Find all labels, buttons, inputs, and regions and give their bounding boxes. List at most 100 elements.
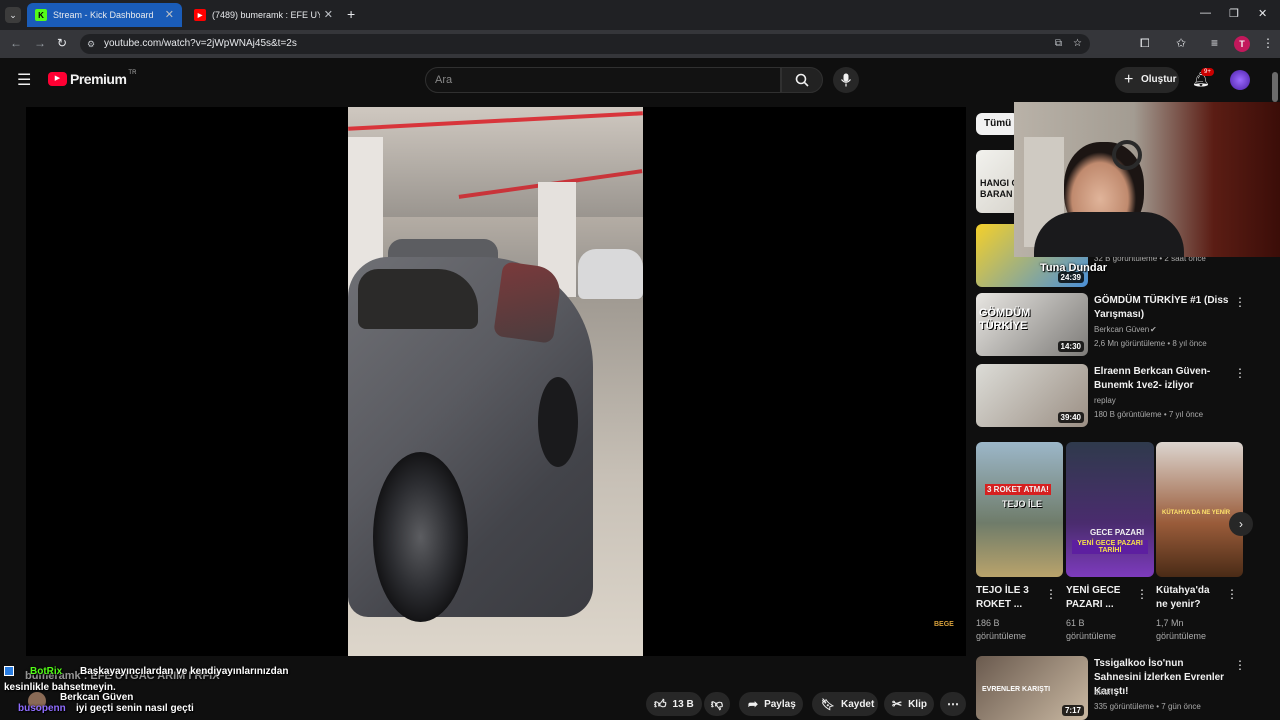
clip-label: Klip [908,698,927,710]
verified-icon: ✔ [1150,325,1157,334]
youtube-play-icon: ▶ [48,72,67,86]
search-input[interactable]: Ara [425,67,781,93]
more-icon: ⋯ [947,697,959,711]
short-menu-icon[interactable]: ⋮ [1226,587,1238,601]
extensions-icon[interactable]: ⧠ [1140,36,1150,51]
account-avatar[interactable] [1230,70,1250,90]
video-player[interactable]: BEGE [26,107,966,656]
short-overlay-text: GECE PAZARI [1090,528,1145,537]
reload-icon[interactable]: ↻ [57,36,67,50]
shorts-next-button[interactable]: › [1229,512,1253,536]
video-thumbnail[interactable]: EVRENLER KARIŞTI 7:17 [976,656,1088,720]
close-tab-icon[interactable]: ✕ [324,8,333,21]
notification-badge: 9+ [1201,68,1214,76]
car-wheel [373,452,468,622]
like-button[interactable]: 👍︎ 13 B [646,692,702,716]
share-icon: ➦ [748,697,759,711]
back-icon[interactable]: ← [10,36,22,50]
youtube-header: ☰ ▶ Premium TR Ara + Oluştur 🔔︎ 9+ [0,58,1280,102]
more-actions-button[interactable]: ⋯ [940,692,966,716]
tab-youtube[interactable]: ▶ (7489) bumeramk : EFE UYGAC ✕ [186,3,341,27]
short-menu-icon[interactable]: ⋮ [1045,587,1057,601]
minimize-icon[interactable]: — [1200,7,1211,19]
short-thumbnail[interactable]: 3 ROKET ATMA! TEJO İLE [976,442,1063,577]
video-thumbnail[interactable]: GÖMDÜM TÜRKİYE 14:30 [976,293,1088,356]
video-frame[interactable] [348,107,643,656]
forward-icon[interactable]: → [34,36,46,50]
thumbnail-text: EVRENLER KARIŞTI [982,686,1051,693]
video-meta: 335 görüntüleme • 7 gün önce [1094,702,1201,711]
parked-car [578,249,643,299]
notifications-button[interactable]: 🔔︎ 9+ [1192,68,1214,89]
chip-all[interactable]: Tümü [976,113,1020,135]
short-title[interactable]: Kütahya'da ne yenir? [1156,584,1222,612]
video-title[interactable]: Tssigalkoo İso'nun Sahnesini İzlerken Ev… [1094,657,1229,699]
tab-kick-dashboard[interactable]: K Stream - Kick Dashboard ✕ [27,3,182,27]
short-title[interactable]: TEJO İLE 3 ROKET ... [976,584,1042,612]
favorites-icon[interactable]: ✩ [1176,36,1186,50]
chat-username: Berkcan Güven [60,692,134,703]
youtube-logo[interactable]: ▶ Premium TR [48,70,136,87]
short-overlay-text: TEJO İLE [1002,499,1043,509]
thumbnail-text: GÖMDÜM TÜRKİYE [979,307,1031,332]
tab-title: Stream - Kick Dashboard [53,10,154,20]
video-channel[interactable]: replay [1094,394,1116,407]
video-title[interactable]: GÖMDÜM TÜRKİYE #1 (Diss Yarışması) [1094,294,1229,322]
like-count: 13 B [672,698,694,710]
clip-button[interactable]: ✂ Klip [884,692,934,716]
page-scrollbar[interactable] [1272,72,1278,102]
short-thumbnail[interactable]: GECE PAZARI YENİ GECE PAZARI TARİHİ [1066,442,1154,577]
video-menu-icon[interactable]: ⋮ [1234,295,1246,309]
thumbs-up-icon: 👍︎ [654,696,667,711]
close-tab-icon[interactable]: ✕ [165,8,174,21]
share-label: Paylaş [764,698,796,710]
short-views: 61 B görüntüleme [1066,618,1117,641]
url-field[interactable]: ⚙ youtube.com/watch?v=2jWpWNAj45s&t=2s ⧉… [80,34,1090,54]
video-thumbnail[interactable]: 39:40 [976,364,1088,427]
car-wheel [538,377,578,467]
media-icon[interactable]: ≡ [1211,36,1218,50]
duration-badge: 14:30 [1057,341,1084,352]
plus-icon: + [1124,71,1134,88]
search-button[interactable] [781,67,823,93]
short-thumbnail[interactable]: KÜTAHYA'DA NE YENİR [1156,442,1243,577]
short-menu-icon[interactable]: ⋮ [1136,587,1148,601]
share-button[interactable]: ➦ Paylaş [739,692,803,716]
new-tab-button[interactable]: + [347,6,355,22]
install-icon[interactable]: ⧉ [1055,34,1062,54]
voice-search-button[interactable] [833,67,859,93]
browser-tab-bar: ⌄ K Stream - Kick Dashboard ✕ ▶ (7489) b… [0,0,1280,30]
video-meta: 2,6 Mn görüntüleme • 8 yıl önce [1094,339,1207,348]
video-channel[interactable]: Berkcan Güven [1094,323,1149,336]
search-icon [795,73,809,87]
close-window-icon[interactable]: ✕ [1258,7,1267,20]
streamer-webcam-overlay [1014,102,1280,257]
restore-icon[interactable]: ❐ [1229,7,1239,20]
bookmark-icon: 🔖︎ [821,698,835,711]
short-title[interactable]: YENİ GECE PAZARI ... [1066,584,1132,612]
tab-search-button[interactable]: ⌄ [5,7,21,23]
profile-avatar[interactable]: T [1234,36,1250,52]
address-bar-row: ← → ↻ ⚙ youtube.com/watch?v=2jWpWNAj45s&… [0,30,1280,58]
headphones-icon [1112,140,1142,170]
short-overlay-text: YENİ GECE PAZARI TARİHİ [1072,540,1148,554]
botrix-icon [4,666,14,676]
create-label: Oluştur [1141,74,1177,85]
site-info-icon[interactable]: ⚙ [87,34,95,54]
bookmark-star-icon[interactable]: ☆ [1073,34,1082,54]
streamer-body [1034,212,1184,257]
video-menu-icon[interactable]: ⋮ [1234,658,1246,672]
video-menu-icon[interactable]: ⋮ [1234,366,1246,380]
microphone-icon [841,73,851,87]
video-title[interactable]: Elraenn Berkcan Güven-Bunemk 1ve2- izliy… [1094,365,1229,393]
dislike-button[interactable]: 👎︎ [704,692,730,716]
hamburger-menu-icon[interactable]: ☰ [17,70,31,90]
save-label: Kaydet [840,698,875,710]
video-meta: 180 B görüntüleme • 7 yıl önce [1094,410,1204,419]
browser-menu-icon[interactable]: ⋮ [1262,36,1274,50]
save-button[interactable]: 🔖︎ Kaydet [812,692,878,716]
short-overlay-text: 3 ROKET ATMA! [985,484,1051,495]
create-button[interactable]: + Oluştur [1115,67,1179,93]
streamer-name-overlay: Tuna Dundar [1040,262,1108,274]
video-channel[interactable]: alken [1094,686,1113,699]
